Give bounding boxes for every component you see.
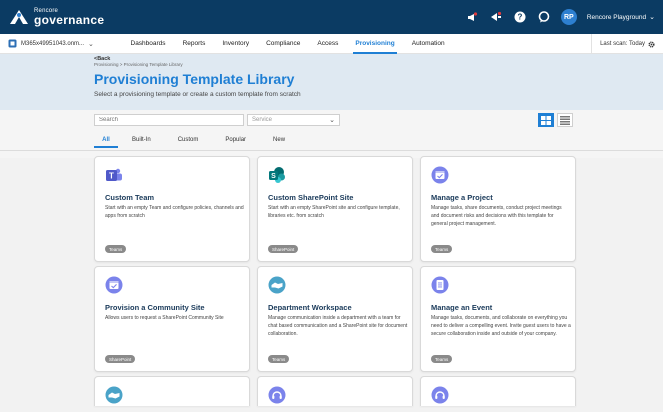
teams-icon: T <box>105 166 123 184</box>
headset-icon <box>431 386 449 404</box>
chevron-down-icon: ⌄ <box>88 40 94 48</box>
handshake-icon <box>268 276 286 294</box>
chat-icon[interactable] <box>537 10 551 24</box>
gear-icon <box>648 40 655 48</box>
card-title: Custom Team <box>105 193 155 202</box>
svg-text:?: ? <box>517 13 522 22</box>
page-subtitle: Select a provisioning template or create… <box>94 91 301 98</box>
nav-tab-provisioning[interactable]: Provisioning <box>347 34 403 54</box>
service-badge: Teams <box>268 355 290 363</box>
card-title: Manage an Event <box>431 303 493 312</box>
card-title: Department Workspace <box>268 303 352 312</box>
tab-popular[interactable]: Popular <box>225 132 259 148</box>
megaphone-icon[interactable] <box>465 10 479 24</box>
document-icon <box>431 276 449 294</box>
card-title: Provision a Community Site <box>105 303 205 312</box>
tab-all[interactable]: All <box>94 132 118 148</box>
list-view-button[interactable] <box>557 113 573 127</box>
service-badge: SharePoint <box>268 245 299 253</box>
top-bar: Rencore governance ? RP Rencore Playgrou… <box>0 0 663 34</box>
service-badge: Teams <box>431 355 453 363</box>
template-card-custom-team[interactable]: T Custom Team Start with an empty Team a… <box>94 156 250 262</box>
card-title: Manage a Project <box>431 193 493 202</box>
tenant-name: Rencore Playground <box>586 13 647 21</box>
headset-icon <box>268 386 286 404</box>
svg-text:S: S <box>271 173 276 180</box>
tenant-select[interactable]: M365x49951043.onm... ⌄ <box>8 39 108 48</box>
template-card-custom-sharepoint-site[interactable]: S Custom SharePoint Site Start with an e… <box>257 156 413 262</box>
rencore-logo-icon <box>8 7 30 27</box>
help-icon[interactable]: ? <box>513 10 527 24</box>
card-description: Manage tasks, share documents, conduct p… <box>431 205 562 227</box>
sharepoint-icon: S <box>268 166 286 184</box>
template-grid: T Custom Team Start with an empty Team a… <box>0 150 663 412</box>
svg-text:T: T <box>109 172 114 181</box>
card-description: Manage communication inside a department… <box>268 315 408 337</box>
template-card-manage-a-project[interactable]: Manage a Project Manage tasks, share doc… <box>420 156 576 262</box>
tenant-label: M365x49951043.onm... <box>21 40 85 47</box>
chevron-down-icon: ⌄ <box>649 14 655 21</box>
service-badge: SharePoint <box>105 355 136 363</box>
card-description: Allows users to request a SharePoint Com… <box>105 315 224 321</box>
service-badge: Teams <box>105 245 127 253</box>
card-title: Custom SharePoint Site <box>268 193 354 202</box>
template-card[interactable] <box>94 376 250 406</box>
nav-tab-access[interactable]: Access <box>309 34 347 54</box>
template-card-provision-a-community-site[interactable]: Provision a Community Site Allows users … <box>94 266 250 372</box>
last-scan-status[interactable]: Last scan: Today <box>591 34 655 54</box>
tenant-switcher[interactable]: Rencore Playground ⌄ <box>586 13 655 22</box>
view-toggle <box>538 113 573 127</box>
list-icon <box>560 115 570 125</box>
nav-tab-dashboards[interactable]: Dashboards <box>122 34 174 54</box>
template-card-manage-an-event[interactable]: Manage an Event Manage tasks, documents,… <box>420 266 576 372</box>
nav-tab-compliance[interactable]: Compliance <box>258 34 309 54</box>
tab-custom[interactable]: Custom <box>178 132 212 148</box>
announcement-icon[interactable] <box>489 10 503 24</box>
main-nav: M365x49951043.onm... ⌄ Dashboards Report… <box>0 34 663 54</box>
card-description: Start with an empty SharePoint site and … <box>268 205 400 219</box>
service-placeholder: Service <box>252 117 273 123</box>
grid-view-button[interactable] <box>538 113 554 127</box>
calendar-icon <box>105 276 123 294</box>
rencore-logo[interactable]: Rencore governance <box>8 7 104 27</box>
tab-built-in[interactable]: Built-In <box>132 132 164 148</box>
template-card[interactable] <box>420 376 576 406</box>
card-description: Manage tasks, documents, and collaborate… <box>431 315 571 337</box>
breadcrumb[interactable]: Provisioning > Provisioning Template Lib… <box>94 62 183 67</box>
calendar-icon <box>431 166 449 184</box>
user-avatar[interactable]: RP <box>560 9 577 25</box>
nav-tab-inventory[interactable]: Inventory <box>214 34 258 54</box>
template-card-department-workspace[interactable]: Department Workspace Manage communicatio… <box>257 266 413 372</box>
nav-tab-reports[interactable]: Reports <box>174 34 214 54</box>
card-description: Start with an empty Team and configure p… <box>105 205 244 219</box>
service-select[interactable]: Service ⌄ <box>247 114 340 126</box>
tab-new[interactable]: New <box>273 132 298 148</box>
office-icon <box>8 39 17 48</box>
logo-product: governance <box>34 13 105 27</box>
template-card[interactable] <box>257 376 413 406</box>
grid-icon <box>541 115 551 125</box>
category-tabs: All Built-In Custom Popular New <box>94 132 298 148</box>
page-title: Provisioning Template Library <box>94 71 295 87</box>
last-scan-label: Last scan: Today <box>600 41 645 47</box>
chevron-down-icon: ⌄ <box>329 117 335 124</box>
service-badge: Teams <box>431 245 453 253</box>
handshake-icon <box>105 386 123 404</box>
search-input[interactable] <box>94 114 244 126</box>
nav-tab-automation[interactable]: Automation <box>403 34 453 54</box>
